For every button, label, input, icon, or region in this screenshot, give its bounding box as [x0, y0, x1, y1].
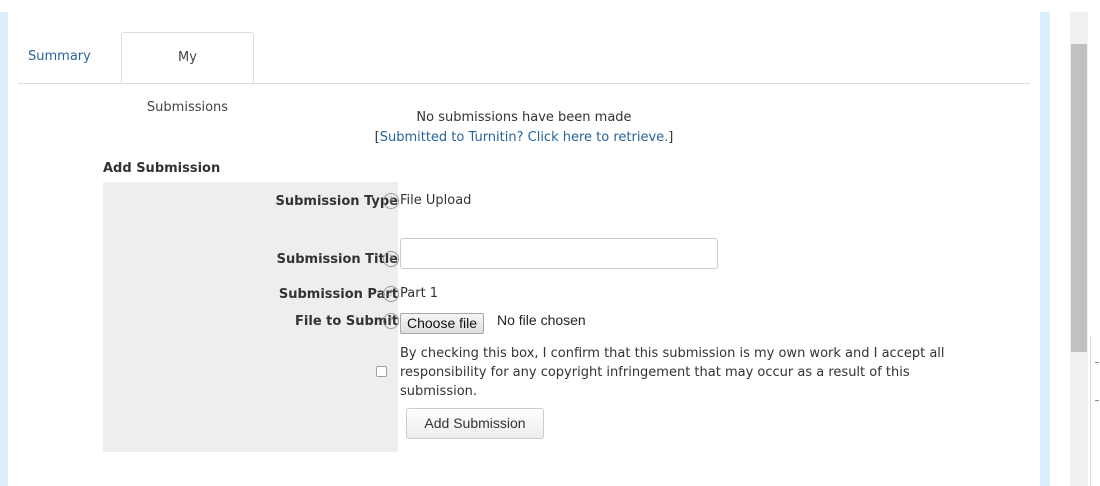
- help-icon[interactable]: ?: [383, 251, 399, 267]
- form-label-panel: Submission Type Submission Title Submiss…: [103, 182, 398, 452]
- frame-border-left: [0, 12, 8, 486]
- no-submissions-message: No submissions have been made: [416, 110, 632, 125]
- submission-title-input[interactable]: [400, 238, 718, 269]
- submission-part-label: Submission Part: [278, 287, 398, 302]
- agreement-checkbox[interactable]: [376, 366, 387, 377]
- submission-type-label: Submission Type: [275, 194, 399, 209]
- help-icon[interactable]: ?: [383, 286, 399, 302]
- tab-bar: Summary My Submissions: [18, 32, 1030, 115]
- retrieve-link[interactable]: Submitted to Turnitin? Click here to ret…: [380, 130, 669, 145]
- file-status-text: No file chosen: [497, 312, 586, 328]
- submission-notice: No submissions have been made [Submitted…: [8, 108, 1040, 148]
- choose-file-button[interactable]: Choose file: [400, 313, 485, 334]
- adjacent-panel-edge: [1090, 335, 1100, 486]
- retrieve-line: [Submitted to Turnitin? Click here to re…: [8, 128, 1040, 148]
- scrollbar-thumb[interactable]: [1071, 44, 1087, 352]
- add-submission-button[interactable]: Add Submission: [406, 408, 544, 439]
- submission-title-label: Submission Title: [276, 252, 398, 267]
- tab-summary[interactable]: Summary: [28, 32, 105, 82]
- tab-my-submissions[interactable]: My Submissions: [121, 32, 254, 115]
- file-to-submit-label: File to Submit: [295, 314, 398, 329]
- retrieve-suffix: ]: [668, 130, 674, 145]
- page: Summary My Submissions No submissions ha…: [0, 0, 1100, 486]
- frame-border-right: [1040, 12, 1050, 486]
- agreement-text: By checking this box, I confirm that thi…: [400, 346, 945, 399]
- submission-part-value: Part 1: [400, 286, 439, 301]
- edge-mark: [1095, 362, 1099, 363]
- submission-type-value: File Upload: [400, 193, 472, 208]
- help-icon[interactable]: ?: [383, 313, 399, 329]
- help-icon[interactable]: ?: [383, 193, 399, 209]
- add-submission-heading: Add Submission: [103, 161, 221, 176]
- edge-mark: [1095, 400, 1099, 401]
